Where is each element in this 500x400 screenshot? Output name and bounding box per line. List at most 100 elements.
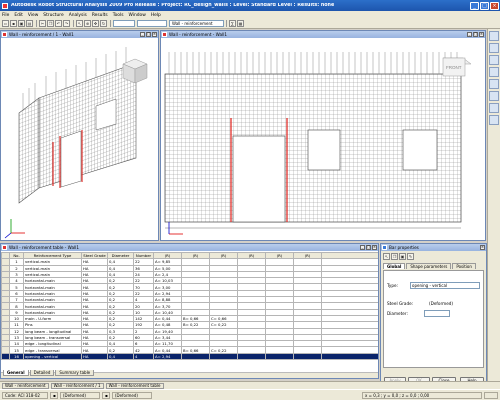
bar-properties-tabs: Global Shape parameters Position <box>383 263 477 269</box>
menu-file[interactable]: File <box>2 13 9 18</box>
window-maximize-button[interactable]: □ <box>473 32 478 37</box>
pan-icon[interactable]: ✥ <box>92 20 99 27</box>
redo-icon[interactable]: ↷ <box>63 20 70 27</box>
view-cube-icon[interactable]: FRONT <box>442 57 472 77</box>
window-close-button[interactable]: × <box>152 32 157 37</box>
isometric-wall-drawing <box>4 47 148 239</box>
table-cell[interactable]: 16 <box>9 352 24 361</box>
tab-shape-parameters[interactable]: Shape parameters <box>406 263 452 269</box>
window-maximize-button[interactable]: □ <box>366 245 371 250</box>
copy-properties-icon[interactable]: ❐ <box>391 253 398 260</box>
left-3d-view-window[interactable]: Wall - reinforcement / 1 - Wall1 _ □ × <box>0 30 159 241</box>
type-label: Type: <box>387 283 399 288</box>
materials-icon[interactable] <box>489 91 499 101</box>
menu-view[interactable]: View <box>28 13 38 18</box>
sections-icon[interactable] <box>489 79 499 89</box>
menu-structure[interactable]: Structure <box>43 13 63 18</box>
select-icon[interactable]: ↖ <box>76 20 83 27</box>
table-cell[interactable]: 4 <box>133 352 154 361</box>
table-cell[interactable]: HA <box>81 352 108 361</box>
table-cell-empty <box>321 352 378 361</box>
supports-icon[interactable] <box>489 67 499 77</box>
layout-combo[interactable]: Wall - reinforcement <box>169 20 224 27</box>
table-row[interactable]: 16 opening - vertical HA 0,4 4 A= 2,94 <box>1 352 378 361</box>
tab-general[interactable]: General <box>3 370 29 376</box>
front-view-window[interactable]: Wall - reinforcement - Wall1 _ □ × FRONT <box>160 30 486 241</box>
structure-model-icon[interactable] <box>489 31 499 41</box>
paste-properties-icon[interactable]: ▣ <box>399 253 406 260</box>
window-minimize-button[interactable]: _ <box>467 32 472 37</box>
table-cell[interactable]: opening - vertical <box>23 352 82 361</box>
menu-window[interactable]: Window <box>129 13 146 18</box>
menu-edit[interactable]: Edit <box>14 13 23 18</box>
maximize-button[interactable]: □ <box>480 1 489 10</box>
copy-icon[interactable]: ❐ <box>47 20 54 27</box>
task-wall-reinforcement[interactable]: Wall - reinforcement <box>2 382 49 389</box>
tab-global[interactable]: Global <box>383 263 406 269</box>
steel-grade-label: Steel Grade: <box>387 301 414 306</box>
window-minimize-button[interactable]: _ <box>360 245 365 250</box>
table-cell[interactable]: A= 2,94 <box>153 352 182 361</box>
menu-analysis[interactable]: Analysis <box>69 13 87 18</box>
table-scroll-area[interactable]: No. Reinforcement Type Steel Grade Diame… <box>1 252 378 370</box>
loads-icon[interactable] <box>489 103 499 113</box>
type-select[interactable]: opening - vertical <box>410 282 480 289</box>
save-icon[interactable]: ▣ <box>18 20 25 27</box>
bar-properties-body: Type: opening - vertical Steel Grade: (D… <box>383 270 484 368</box>
status-bar: Code: ACI 318-02 ▪ (Deformed) ▪ (Deforme… <box>0 389 500 400</box>
3d-view-canvas[interactable] <box>1 38 158 240</box>
pick-icon[interactable]: ↖ <box>383 253 390 260</box>
task-reinforcement-table[interactable]: Wall - reinforcement table <box>105 382 164 389</box>
zoom-icon[interactable]: ⊕ <box>84 20 91 27</box>
toolbar-separator <box>110 20 111 27</box>
task-wall-reinforcement-3d[interactable]: Wall - reinforcement / 1 <box>50 382 104 389</box>
tab-detailed[interactable]: Detailed <box>29 370 55 376</box>
window-close-button[interactable]: × <box>372 245 377 250</box>
results-icon[interactable]: ▦ <box>237 20 244 27</box>
window-close-button[interactable]: × <box>479 32 484 37</box>
minimize-button[interactable]: _ <box>470 1 479 10</box>
table-cell[interactable] <box>209 352 238 361</box>
table-cell[interactable] <box>181 352 210 361</box>
row-header[interactable] <box>1 352 10 361</box>
case-combo[interactable] <box>137 20 167 27</box>
cut-icon[interactable]: ✂ <box>39 20 46 27</box>
rotate-icon[interactable]: ↻ <box>100 20 107 27</box>
status-icon: ▪ <box>50 391 58 399</box>
reinforcement-table-window[interactable]: Wall - reinforcement table - Wall1 _ □ × N… <box>0 243 379 379</box>
panel-close-button[interactable]: × <box>480 245 485 250</box>
open-folder-icon[interactable]: ▪ <box>10 20 17 27</box>
diameter-select[interactable] <box>424 310 450 317</box>
edit-icon[interactable]: ✎ <box>407 253 414 260</box>
diameter-label: Diameter: <box>387 311 408 316</box>
menu-results[interactable]: Results <box>92 13 108 18</box>
calculate-icon[interactable]: ∑ <box>229 20 236 27</box>
undo-icon[interactable]: ↶ <box>55 20 62 27</box>
window-icon <box>162 32 167 37</box>
reinforcement-icon[interactable] <box>489 115 499 125</box>
column-header[interactable]: Steel Grade <box>81 252 108 260</box>
front-view-canvas[interactable]: FRONT <box>161 38 485 240</box>
print-icon[interactable]: ▤ <box>26 20 33 27</box>
new-file-icon[interactable]: ▫ <box>2 20 9 27</box>
window-maximize-button[interactable]: □ <box>146 32 151 37</box>
nodes-icon[interactable] <box>489 43 499 53</box>
menu-help[interactable]: Help <box>151 13 161 18</box>
bar-properties-panel[interactable]: Bar properties × ↖ ❐ ▣ ✎ Global Shape pa… <box>380 243 487 387</box>
selection-combo[interactable] <box>113 20 135 27</box>
toolbar-separator <box>226 20 227 27</box>
table-cell[interactable]: 0,4 <box>107 352 134 361</box>
bars-icon[interactable] <box>489 55 499 65</box>
column-header[interactable]: Number <box>133 252 154 260</box>
window-minimize-button[interactable]: _ <box>140 32 145 37</box>
table-cell[interactable] <box>293 352 322 361</box>
table-cell[interactable] <box>265 352 294 361</box>
view-cube-icon[interactable] <box>122 58 148 84</box>
app-title: Autodesk Robot Structural Analysis 2009 … <box>11 3 335 8</box>
menu-tools[interactable]: Tools <box>113 13 124 18</box>
menu-bar: File Edit View Structure Analysis Result… <box>0 11 500 19</box>
tab-summary-table[interactable]: Summary table <box>55 370 95 376</box>
close-button[interactable]: × <box>490 1 499 10</box>
table-cell[interactable] <box>237 352 266 361</box>
tab-position[interactable]: Position <box>452 263 476 269</box>
